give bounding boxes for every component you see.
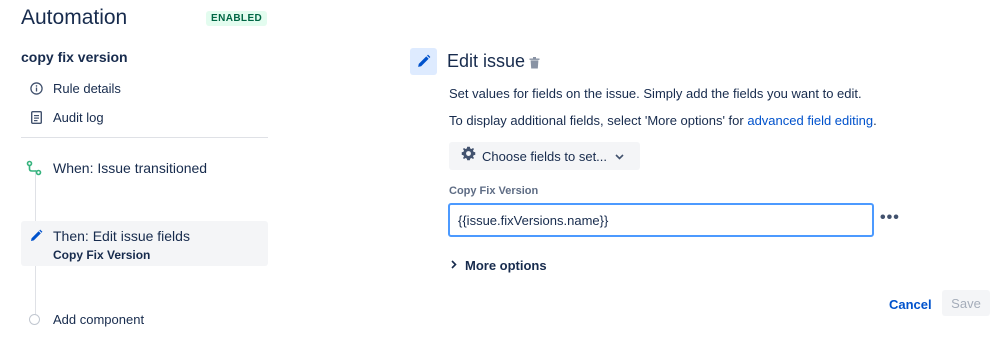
page-title: Automation bbox=[21, 6, 128, 29]
sidebar-item-audit-log[interactable]: Audit log bbox=[29, 107, 104, 127]
panel-title: Edit issue bbox=[447, 51, 526, 71]
add-component-button[interactable]: Add component bbox=[29, 309, 144, 329]
more-options-toggle[interactable]: More options bbox=[451, 256, 547, 274]
trigger-step-label: When: Issue transitioned bbox=[53, 160, 208, 176]
add-component-label: Add component bbox=[53, 311, 145, 327]
action-step-sublabel: Copy Fix Version bbox=[53, 248, 151, 262]
choose-fields-button[interactable]: Choose fields to set... bbox=[449, 142, 640, 170]
chevron-right-icon bbox=[451, 256, 457, 274]
cancel-button[interactable]: Cancel bbox=[880, 292, 941, 316]
sidebar-item-label: Rule details bbox=[53, 80, 121, 96]
more-options-label: More options bbox=[465, 257, 547, 273]
rule-name: copy fix version bbox=[21, 49, 128, 65]
trash-icon[interactable] bbox=[529, 56, 540, 69]
add-component-dot-icon bbox=[29, 313, 40, 325]
status-badge: ENABLED bbox=[206, 11, 268, 26]
sidebar-item-rule-details[interactable]: Rule details bbox=[29, 78, 121, 98]
copy-fix-version-input[interactable] bbox=[448, 203, 874, 237]
document-icon bbox=[29, 110, 43, 124]
chevron-down-icon bbox=[615, 147, 624, 165]
more-actions-icon[interactable]: ••• bbox=[880, 209, 900, 227]
divider bbox=[21, 137, 268, 138]
save-button[interactable]: Save bbox=[942, 290, 990, 316]
panel-description-advanced: To display additional fields, select 'Mo… bbox=[449, 113, 877, 128]
pencil-icon bbox=[418, 54, 431, 67]
action-step-label: Then: Edit issue fields bbox=[53, 228, 190, 244]
sidebar-item-label: Audit log bbox=[53, 109, 104, 125]
pencil-icon bbox=[29, 229, 43, 243]
gear-icon bbox=[461, 146, 476, 166]
edit-issue-icon bbox=[410, 48, 437, 75]
trigger-step[interactable]: When: Issue transitioned bbox=[21, 153, 268, 183]
field-label: Copy Fix Version bbox=[449, 185, 539, 197]
advanced-field-editing-link[interactable]: advanced field editing bbox=[747, 113, 873, 128]
info-icon bbox=[29, 81, 43, 95]
choose-fields-label: Choose fields to set... bbox=[482, 148, 608, 164]
panel-description: Set values for fields on the issue. Simp… bbox=[449, 86, 862, 101]
action-step-selected[interactable]: Then: Edit issue fields Copy Fix Version bbox=[21, 221, 268, 266]
transition-icon bbox=[26, 160, 42, 176]
